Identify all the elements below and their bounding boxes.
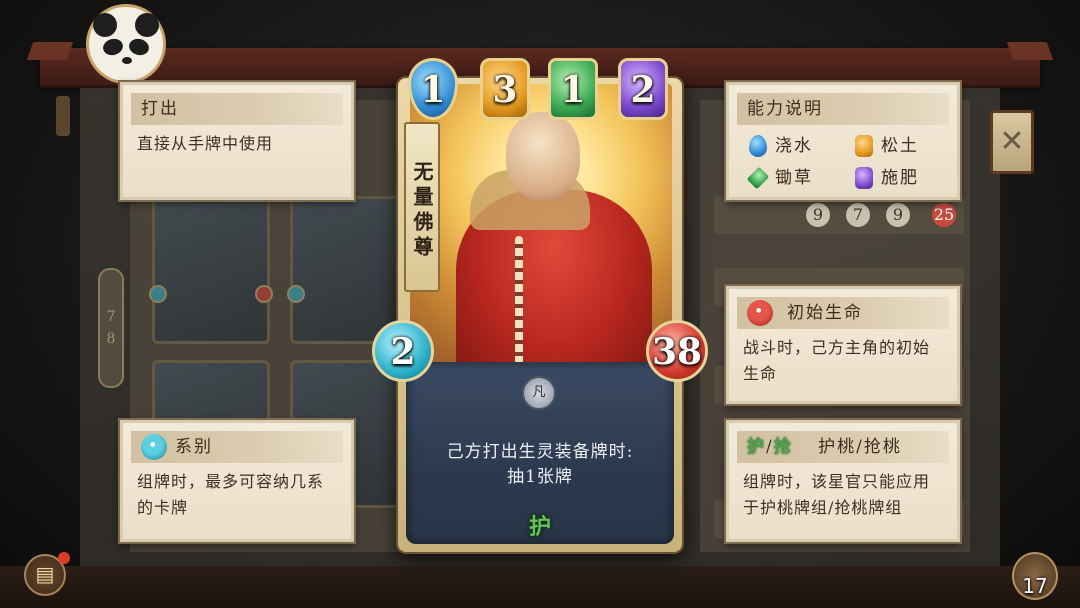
- deck-row-value: 7: [846, 203, 870, 227]
- play-tooltip: 打出 直接从手牌中使用: [120, 82, 354, 200]
- deck-row-value: 9: [886, 203, 910, 227]
- cost-fertilize-gem: 2: [618, 58, 668, 120]
- card-health: 38: [646, 320, 708, 382]
- page-total: 8: [106, 331, 116, 347]
- close-icon: ✕: [999, 124, 1025, 159]
- card-attack: 2: [372, 320, 434, 382]
- card-art-beads: [515, 236, 523, 376]
- card-description: 己方打出生灵装备牌时: 抽1张牌: [412, 440, 668, 490]
- panda-eye: [101, 36, 125, 58]
- page-current: 7: [106, 309, 116, 325]
- seize-tag-icon: 抢: [773, 437, 793, 457]
- protect-tag-icon: 护: [747, 437, 766, 457]
- deck-count: 17: [1022, 574, 1048, 598]
- soil-icon: [855, 135, 873, 157]
- panda-nose: [122, 57, 132, 64]
- protect-seize-tooltip-body: 组牌时，该星官只能应用于护桃牌组/抢桃牌组: [743, 472, 931, 517]
- panda-ear: [135, 13, 159, 37]
- deck-row[interactable]: 9 7 9 25: [714, 196, 964, 234]
- play-tooltip-title: 打出: [131, 93, 343, 125]
- page-indicator[interactable]: 7 8: [98, 268, 124, 388]
- protect-seize-tooltip: 护/抢 护桃/抢桃 组牌时，该星官只能应用于护桃牌组/抢桃牌组: [726, 420, 960, 542]
- series-icon: [141, 434, 167, 460]
- ability-tooltip: 能力说明 浇水 松土 锄草 施肥: [726, 82, 960, 200]
- card-name: 无量佛尊: [404, 122, 440, 292]
- panda-ear: [93, 13, 117, 37]
- card-description-line: 己方打出生灵装备牌时:: [446, 442, 634, 462]
- card-description-line: 抽1张牌: [507, 467, 573, 487]
- bottom-bar: [0, 566, 1080, 608]
- health-seal-icon: [747, 300, 773, 326]
- rarity-badge: 凡: [522, 376, 556, 410]
- ability-tooltip-title: 能力说明: [737, 93, 949, 125]
- protect-seize-tooltip-title: 护桃/抢桃: [818, 437, 902, 457]
- background-card[interactable]: [149, 196, 273, 344]
- cost-weed-gem: 1: [548, 58, 598, 120]
- series-tooltip-title: 系别: [175, 437, 213, 457]
- initial-hp-tooltip-body: 战斗时，己方主角的初始生命: [743, 338, 931, 383]
- gem-icon: [255, 285, 273, 303]
- chat-icon: ▤: [35, 562, 55, 586]
- deck-row-value: 25: [932, 203, 956, 227]
- play-tooltip-body: 直接从手牌中使用: [137, 134, 274, 153]
- cost-soil-gem: 3: [480, 58, 530, 120]
- faction-tag: 护: [528, 514, 551, 540]
- initial-hp-tooltip: 初始生命 战斗时，己方主角的初始生命: [726, 286, 960, 404]
- series-tooltip: 系别 组牌时，最多可容纳几系的卡牌: [120, 420, 354, 542]
- water-drop-icon: [749, 135, 767, 157]
- deck-row-value: 9: [806, 203, 830, 227]
- initial-hp-tooltip-title: 初始生命: [787, 303, 863, 323]
- fertilize-icon: [855, 167, 873, 189]
- wind-chime: [56, 96, 70, 136]
- panda-eye: [127, 36, 151, 58]
- close-lantern-button[interactable]: ✕: [990, 110, 1034, 174]
- weed-icon: [746, 166, 770, 190]
- gem-icon: [149, 285, 167, 303]
- player-avatar[interactable]: [86, 4, 166, 84]
- card-art-head: [506, 112, 580, 200]
- notification-dot: [58, 552, 70, 564]
- series-tooltip-body: 组牌时，最多可容纳几系的卡牌: [137, 472, 325, 517]
- gem-icon: [287, 285, 305, 303]
